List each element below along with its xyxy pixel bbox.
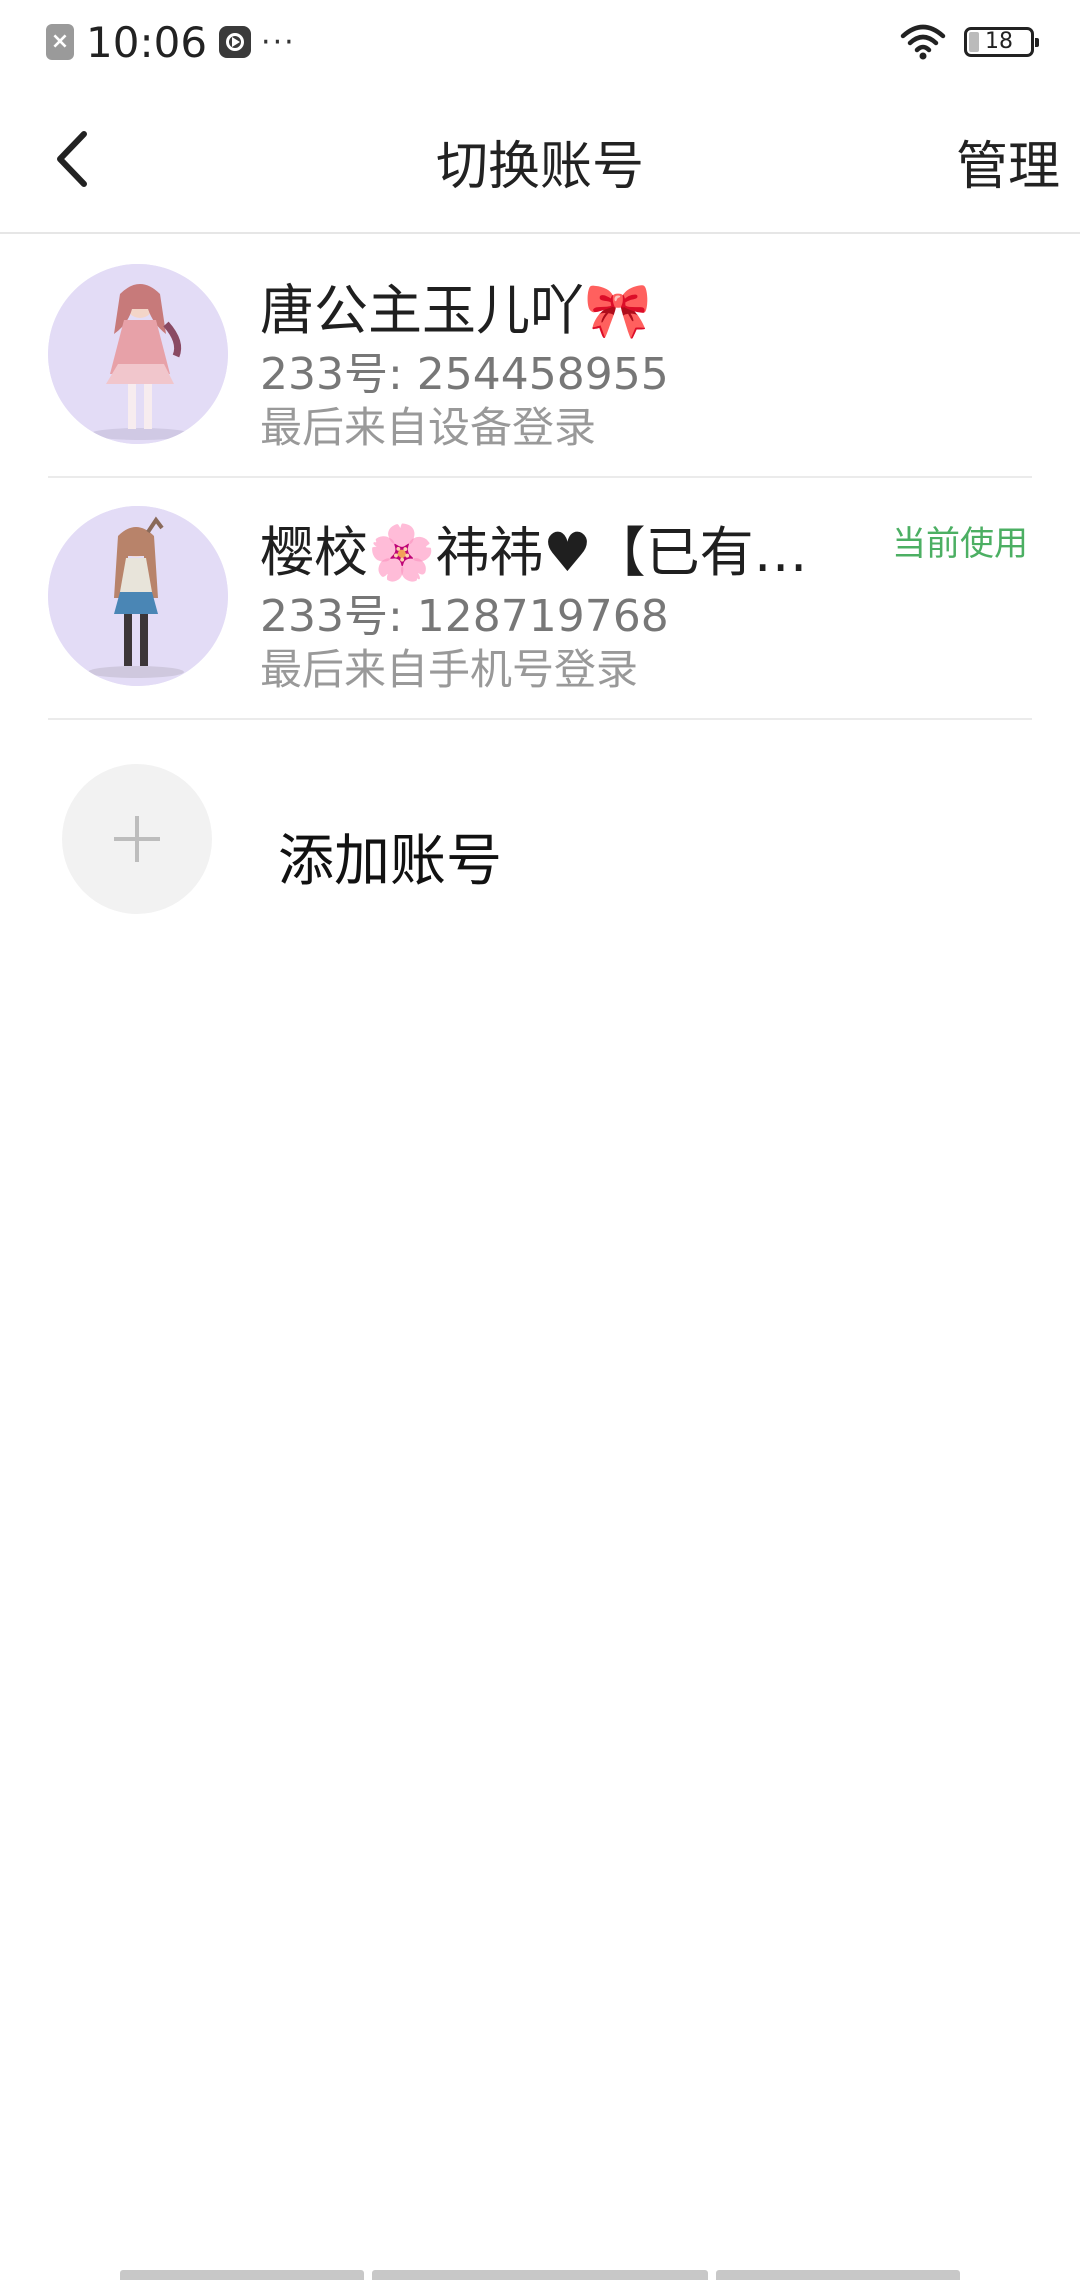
account-login-method: 最后来自设备登录 [260,403,597,452]
status-time: 10:06 [86,17,208,67]
status-bar: × 10:06 ··· 18 [0,0,1080,84]
account-id: 233号: 254458955 [260,349,669,400]
current-badge: 当前使用 [892,524,1028,564]
battery-level: 18 [985,29,1013,54]
navbar: 切换账号 管理 [0,84,1080,234]
account-row[interactable]: 唐公主玉儿吖🎀 233号: 254458955 最后来自设备登录 [48,236,1032,478]
wifi-icon [900,24,946,60]
more-notifications-icon: ··· [261,24,296,60]
account-row[interactable]: 樱校🌸祎祎♥【已有… 233号: 128719768 最后来自手机号登录 当前使… [48,478,1032,720]
status-right: 18 [900,20,1039,64]
page-title: 切换账号 [435,137,644,197]
account-id: 233号: 128719768 [260,591,669,642]
add-account-label: 添加账号 [278,829,502,894]
manage-button[interactable]: 管理 [956,124,1060,199]
plus-icon [62,764,212,914]
avatar-character-image [48,506,228,686]
notification-icon: × [46,24,74,60]
add-account-button[interactable]: 添加账号 [62,764,962,914]
account-login-method: 最后来自手机号登录 [260,645,639,694]
status-left: × 10:06 ··· [46,17,296,67]
battery-icon: 18 [964,27,1039,57]
play-icon [219,26,252,58]
account-name: 樱校🌸祎祎♥【已有… [260,521,808,584]
account-name: 唐公主玉儿吖🎀 [260,279,652,342]
avatar-character-image [48,264,228,444]
avatar [48,506,228,686]
bottom-gesture-bar [120,2270,960,2280]
avatar [48,264,228,444]
